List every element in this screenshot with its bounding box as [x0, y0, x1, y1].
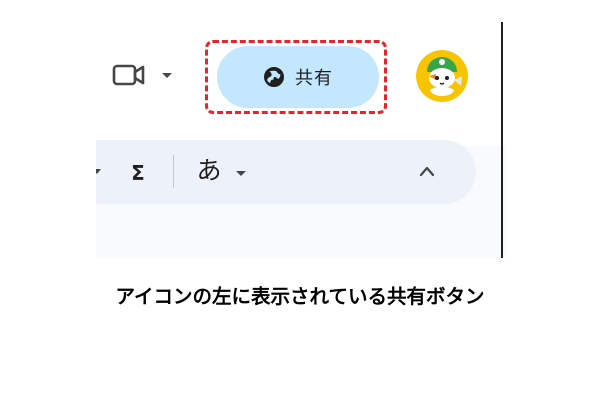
user-avatar[interactable] — [416, 50, 468, 102]
caret-down-icon[interactable] — [162, 73, 172, 78]
caret-down-icon[interactable] — [96, 169, 101, 174]
globe-icon — [264, 67, 284, 87]
caption: アイコンの左に表示されている共有ボタン — [115, 285, 485, 308]
input-mode-button[interactable]: あ — [192, 153, 226, 189]
window-edge — [501, 22, 503, 258]
functions-button[interactable]: Σ — [126, 158, 150, 188]
chevron-up-icon[interactable] — [418, 164, 436, 178]
toolbar-divider — [173, 155, 174, 188]
share-button[interactable]: 共有 — [217, 46, 379, 108]
tutorial-figure: 共有 Σ あ アイコンの左に表示されている共有ボタン — [0, 0, 600, 400]
screenshot-crop: 共有 Σ あ — [96, 22, 506, 258]
video-camera-icon[interactable] — [112, 62, 146, 88]
caret-down-icon[interactable] — [236, 171, 246, 176]
share-button-label: 共有 — [295, 68, 333, 89]
